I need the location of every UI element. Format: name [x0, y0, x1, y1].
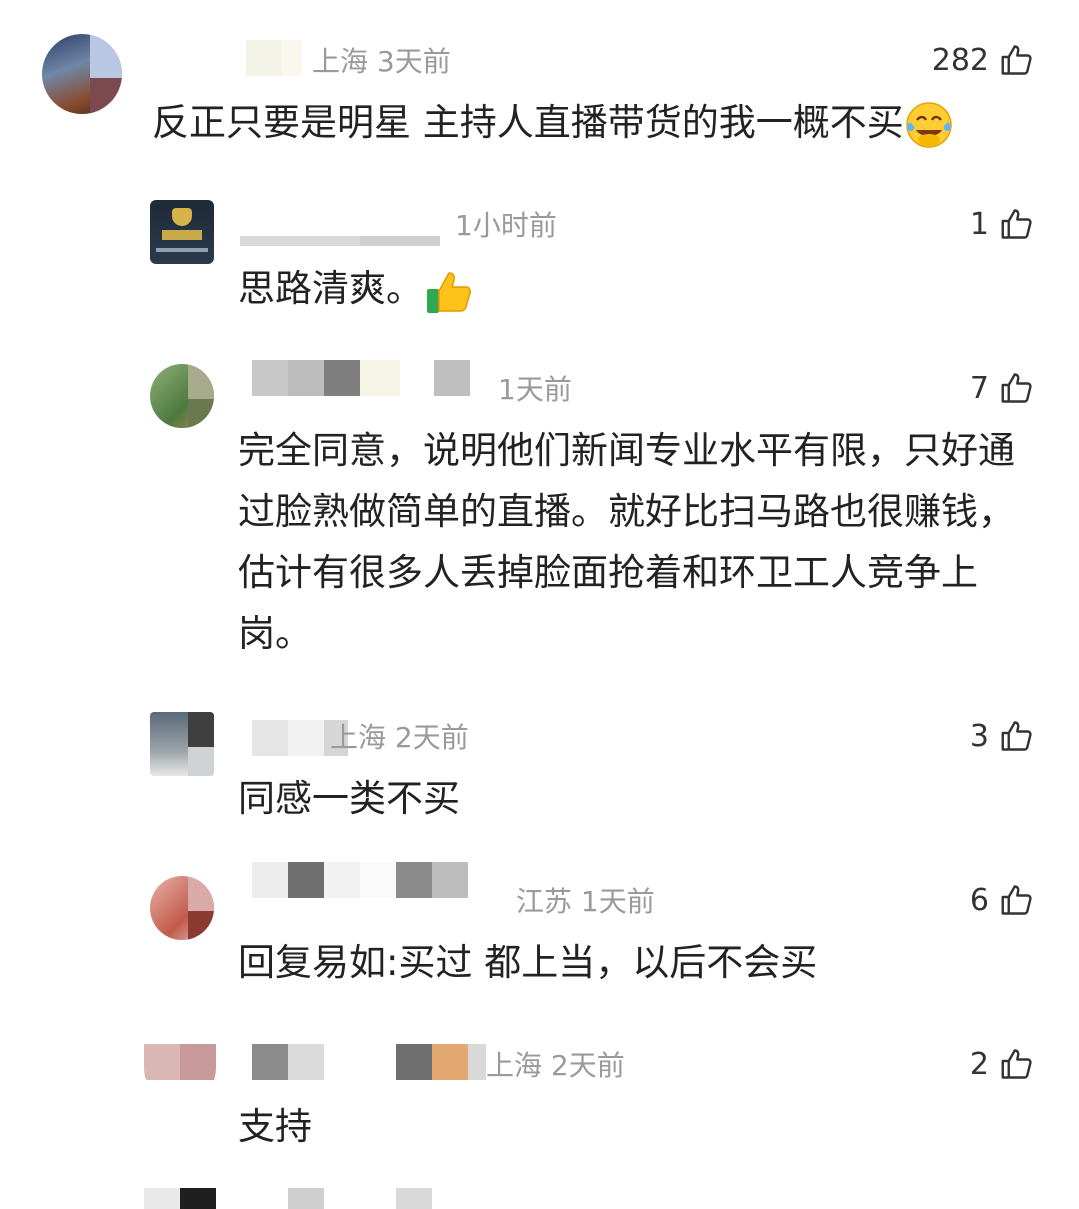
- like-button[interactable]: 3: [970, 718, 1035, 754]
- username-blurred[interactable]: [252, 360, 470, 396]
- thumbs-up-icon: [1001, 45, 1032, 75]
- thumbs-up-icon: [1001, 1049, 1032, 1079]
- comment-text: 反正只要是明星 主持人直播带货的我一概不买: [152, 92, 1032, 153]
- thumbs-up-icon: [1001, 721, 1032, 751]
- username-blurred[interactable]: [240, 218, 440, 254]
- like-count: 1: [969, 206, 989, 242]
- comment-meta: 上海 2天前: [486, 1049, 625, 1082]
- username-blurred[interactable]: [252, 1044, 486, 1080]
- username-blurred[interactable]: [252, 862, 468, 898]
- comment-meta: 上海 2天前: [330, 721, 469, 754]
- like-count: 282: [931, 42, 989, 78]
- thumbs-up-emoji: [427, 271, 471, 313]
- like-button[interactable]: 6: [970, 882, 1035, 918]
- avatar[interactable]: [150, 200, 214, 264]
- avatar[interactable]: [150, 364, 214, 428]
- thumbs-up-icon: [1001, 373, 1032, 403]
- like-button[interactable]: 7: [970, 370, 1035, 406]
- laugh-cry-emoji: [906, 101, 952, 148]
- thumbs-up-icon: [1001, 209, 1032, 239]
- thumbs-up-icon: [1001, 885, 1032, 915]
- like-button[interactable]: 2: [970, 1046, 1035, 1082]
- like-count: 3: [969, 718, 989, 754]
- comment-meta: 1天前: [498, 373, 572, 406]
- avatar[interactable]: [42, 34, 122, 114]
- comment-text: 同感一类不买: [238, 777, 460, 820]
- comment-meta: 上海 3天前: [312, 45, 451, 78]
- comment-text: 完全同意，说明他们新闻专业水平有限，只好通过脸熟做简单的直播。就好比扫马路也很赚…: [238, 429, 1015, 655]
- comment-text: 支持: [238, 1105, 312, 1148]
- like-button[interactable]: 1: [970, 206, 1035, 242]
- like-count: 6: [969, 882, 989, 918]
- like-button[interactable]: 282: [932, 42, 1035, 78]
- avatar[interactable]: [150, 876, 214, 940]
- comment-text: 思路清爽。: [238, 258, 1038, 319]
- username-blurred[interactable]: [144, 1188, 432, 1209]
- comment-meta: 1小时前: [455, 209, 557, 242]
- comment-meta: 江苏 1天前: [516, 885, 655, 918]
- avatar[interactable]: [144, 1040, 216, 1104]
- avatar[interactable]: [150, 712, 214, 776]
- like-count: 7: [969, 370, 989, 406]
- like-count: 2: [969, 1046, 989, 1082]
- comment-text: 回复易如:买过 都上当，以后不会买: [238, 941, 818, 984]
- username-blurred[interactable]: [246, 40, 302, 76]
